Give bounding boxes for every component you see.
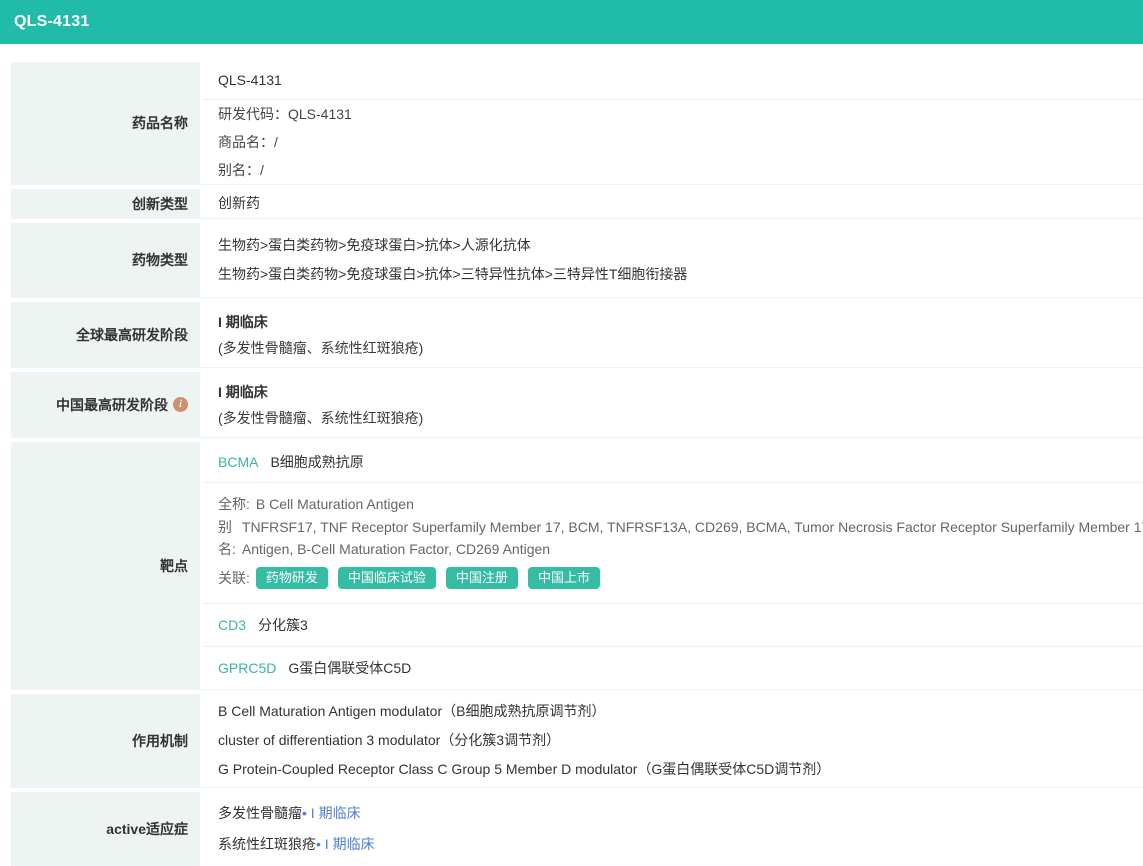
related-tag-china-registration[interactable]: 中国注册	[446, 567, 518, 589]
drug-type-line: 生物药>蛋白类药物>免疫球蛋白>抗体>三特异性抗体>三特异性T细胞衔接器	[218, 260, 1143, 289]
global-stage-scope: (多发性骨髓瘤、系统性红斑狼疮)	[218, 337, 1143, 359]
fullname-value: B Cell Maturation Antigen	[256, 496, 414, 512]
innovation-type-label: 创新类型	[11, 189, 200, 218]
trade-name-label: 商品名：	[218, 134, 274, 150]
targets-value: BCMA B细胞成熟抗原 全称: B Cell Maturation Antigen…	[200, 442, 1143, 689]
dev-code-line: 研发代码：QLS-4131	[218, 100, 1143, 128]
active-indications-value: 多发性骨髓瘤• I 期临床 系统性红斑狼疮• I 期临床	[200, 792, 1143, 866]
indication-stage-text: I 期临床	[325, 836, 375, 852]
target-link-gprc5d[interactable]: GPRC5D	[218, 660, 276, 676]
china-stage-scope: (多发性骨髓瘤、系统性红斑狼疮)	[218, 407, 1143, 429]
drug-name-value: QLS-4131 研发代码：QLS-4131 商品名：/ 别名：/	[200, 62, 1143, 184]
page-title: QLS-4131	[14, 13, 89, 31]
mechanism-line: cluster of differentiation 3 modulator（分…	[218, 726, 1143, 755]
targets-label: 靶点	[11, 442, 200, 689]
trade-name-line: 商品名：/	[218, 128, 1143, 156]
global-stage-value: I 期临床 (多发性骨髓瘤、系统性红斑狼疮)	[200, 302, 1143, 367]
target-bcma-detail: 全称: B Cell Maturation Antigen 别名: TNFRSF1…	[218, 483, 1143, 603]
related-tag-china-marketed[interactable]: 中国上市	[528, 567, 600, 589]
target-fullname-line: 全称: B Cell Maturation Antigen	[218, 492, 1143, 516]
target-link-cd3[interactable]: CD3	[218, 617, 246, 633]
target-name-gprc5d: G蛋白偶联受体C5D	[288, 660, 411, 676]
indication-line: 系统性红斑狼疮• I 期临床	[218, 829, 1143, 860]
indication-stage-link[interactable]: • I 期临床	[302, 805, 361, 821]
drug-type-value: 生物药>蛋白类药物>免疫球蛋白>抗体>人源化抗体 生物药>蛋白类药物>免疫球蛋白…	[200, 223, 1143, 297]
alias-value: /	[260, 162, 264, 178]
alias-label: 别名：	[218, 162, 260, 178]
indication-stage-text: I 期临床	[311, 805, 361, 821]
target-alias-label: 别名:	[218, 516, 236, 560]
global-stage-phase: I 期临床	[218, 311, 1143, 333]
mechanism-label: 作用机制	[11, 694, 200, 787]
indication-line: 多发性骨髓瘤• I 期临床	[218, 798, 1143, 829]
row-drug-type: 药物类型 生物药>蛋白类药物>免疫球蛋白>抗体>人源化抗体 生物药>蛋白类药物>…	[11, 223, 1143, 298]
target-alias-value: TNFRSF17, TNF Receptor Superfamily Membe…	[242, 516, 1143, 560]
bullet-icon: •	[302, 805, 307, 821]
target-item-bcma: BCMA B细胞成熟抗原	[218, 442, 1143, 482]
info-icon[interactable]: i	[173, 397, 188, 412]
mechanism-value: B Cell Maturation Antigen modulator（B细胞成…	[200, 694, 1143, 787]
related-label: 关联:	[218, 568, 250, 588]
row-global-stage: 全球最高研发阶段 I 期临床 (多发性骨髓瘤、系统性红斑狼疮)	[11, 302, 1143, 368]
indication-stage-link[interactable]: • I 期临床	[316, 836, 375, 852]
target-related-line: 关联: 药物研发 中国临床试验 中国注册 中国上市	[218, 567, 1143, 589]
innovation-type-text: 创新药	[218, 189, 260, 218]
target-item-cd3: CD3 分化簇3	[218, 604, 1143, 646]
mechanism-line: B Cell Maturation Antigen modulator（B细胞成…	[218, 697, 1143, 726]
drug-detail-table: 药品名称 QLS-4131 研发代码：QLS-4131 商品名：/ 别名：/ 创…	[11, 62, 1143, 866]
drug-primary-name: QLS-4131	[218, 62, 1143, 99]
row-mechanism: 作用机制 B Cell Maturation Antigen modulator…	[11, 694, 1143, 788]
drug-name-label: 药品名称	[11, 62, 200, 184]
dev-code-label: 研发代码：	[218, 106, 288, 122]
bullet-icon: •	[316, 836, 321, 852]
row-active-indications: active适应症 多发性骨髓瘤• I 期临床 系统性红斑狼疮• I 期临床	[11, 792, 1143, 866]
drug-type-line: 生物药>蛋白类药物>免疫球蛋白>抗体>人源化抗体	[218, 231, 1143, 260]
indication-name: 多发性骨髓瘤	[218, 805, 302, 821]
china-stage-label: 中国最高研发阶段 i	[11, 372, 200, 437]
dev-code-value: QLS-4131	[288, 106, 352, 122]
target-name-cd3: 分化簇3	[258, 617, 308, 633]
innovation-type-value: 创新药	[200, 189, 1143, 218]
page-header-bar: QLS-4131	[0, 0, 1143, 44]
china-stage-value: I 期临床 (多发性骨髓瘤、系统性红斑狼疮)	[200, 372, 1143, 437]
target-item-gprc5d: GPRC5D G蛋白偶联受体C5D	[218, 647, 1143, 689]
target-alias-line: 别名: TNFRSF17, TNF Receptor Superfamily M…	[218, 516, 1143, 560]
target-link-bcma[interactable]: BCMA	[218, 454, 258, 470]
row-innovation-type: 创新类型 创新药	[11, 189, 1143, 219]
active-indications-label: active适应症	[11, 792, 200, 866]
related-tag-china-clinical-trials[interactable]: 中国临床试验	[338, 567, 436, 589]
related-tag-drug-rd[interactable]: 药物研发	[256, 567, 328, 589]
trade-name-value: /	[274, 134, 278, 150]
alias-line: 别名：/	[218, 156, 1143, 184]
mechanism-line: G Protein-Coupled Receptor Class C Group…	[218, 755, 1143, 784]
row-china-stage: 中国最高研发阶段 i I 期临床 (多发性骨髓瘤、系统性红斑狼疮)	[11, 372, 1143, 438]
fullname-label: 全称:	[218, 496, 250, 512]
row-drug-name: 药品名称 QLS-4131 研发代码：QLS-4131 商品名：/ 别名：/	[11, 62, 1143, 185]
china-stage-label-text: 中国最高研发阶段	[56, 395, 168, 415]
global-stage-label: 全球最高研发阶段	[11, 302, 200, 367]
row-targets: 靶点 BCMA B细胞成熟抗原 全称: B Cell Maturation Anti…	[11, 442, 1143, 690]
indication-name: 系统性红斑狼疮	[218, 836, 316, 852]
target-name-bcma: B细胞成熟抗原	[270, 454, 363, 470]
drug-type-label: 药物类型	[11, 223, 200, 297]
china-stage-phase: I 期临床	[218, 381, 1143, 403]
